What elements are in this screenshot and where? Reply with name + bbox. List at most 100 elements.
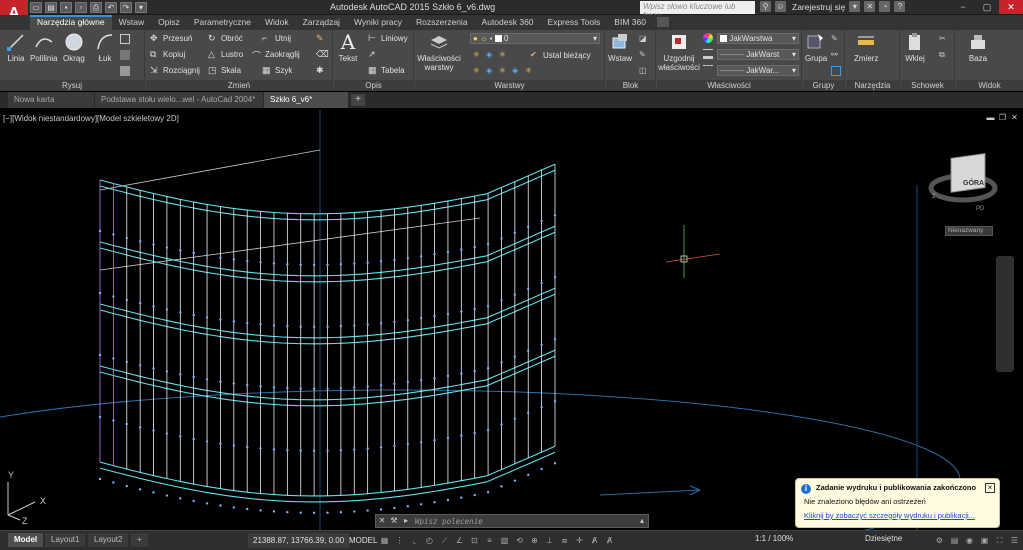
tab-parametric[interactable]: Parametryczne xyxy=(187,15,258,30)
line-button[interactable]: Linia xyxy=(6,32,26,63)
linear-dim-button[interactable]: ⊢ Liniowy xyxy=(368,33,408,43)
paste-button[interactable]: Wklej xyxy=(905,32,925,63)
group-select-icon[interactable] xyxy=(831,66,841,76)
lineweight-toggle-icon[interactable]: ≡ xyxy=(483,534,496,547)
panel-title-utilities[interactable]: Narzędzia xyxy=(846,80,899,91)
grid-icon[interactable]: ▦ xyxy=(378,534,391,547)
linetype-dropdown[interactable]: ——— JakWar... ▾ xyxy=(717,65,799,76)
panel-title-groups[interactable]: Grupy xyxy=(803,80,844,91)
doc-tab-table-base[interactable]: Podstawa stołu wielo...wel - AutoCad 200… xyxy=(95,92,263,108)
pencil-icon[interactable]: ✎ xyxy=(316,33,326,43)
user-icon[interactable]: ☺ xyxy=(775,1,786,12)
clean-screen-icon[interactable]: ⛶ xyxy=(993,534,1006,547)
gradient-icon[interactable] xyxy=(120,66,130,76)
tab-express-tools[interactable]: Express Tools xyxy=(541,15,608,30)
undo-icon[interactable]: ↶ xyxy=(105,2,117,13)
dynamic-ucs-icon[interactable]: ⊥ xyxy=(543,534,556,547)
create-block-icon[interactable]: ◪ xyxy=(639,34,649,44)
layout-tab-layout1[interactable]: Layout1 xyxy=(45,533,86,547)
copy-button[interactable]: ⧉ Kopiuj xyxy=(150,49,185,59)
signin-link[interactable]: Zarejestruj się xyxy=(792,2,845,12)
rectangle-icon[interactable] xyxy=(120,34,130,44)
open-file-icon[interactable]: ▤ xyxy=(45,2,57,13)
leader-icon[interactable]: ↗ xyxy=(368,49,378,59)
polar-icon[interactable]: ◴ xyxy=(423,534,436,547)
viewcube[interactable]: GÓRA Z PD xyxy=(928,152,998,212)
search-input[interactable]: Wpisz słowo kluczowe lub frazę xyxy=(640,1,755,20)
selection-cycling-icon[interactable]: ⟲ xyxy=(513,534,526,547)
tab-manage[interactable]: Zarządzaj xyxy=(296,15,347,30)
panel-title-layers[interactable]: Warstwy xyxy=(415,80,604,91)
layout-tab-model[interactable]: Model xyxy=(8,533,44,547)
redo-icon[interactable]: ↷ xyxy=(120,2,132,13)
arc-button[interactable]: Łuk xyxy=(95,32,115,63)
selection-filter-icon[interactable]: ⧈ xyxy=(558,534,571,547)
group-button[interactable]: Grupa xyxy=(805,32,827,63)
layout-tab-layout2[interactable]: Layout2 xyxy=(88,533,129,547)
text-button[interactable]: A Tekst xyxy=(338,32,358,63)
save-icon[interactable]: ▪ xyxy=(60,2,72,13)
3d-osnap-icon[interactable]: ⊕ xyxy=(528,534,541,547)
polyline-button[interactable]: Polilinia xyxy=(30,32,58,63)
maximize-button[interactable]: ▢ xyxy=(975,0,999,14)
layer-tool-icon[interactable]: ✳ xyxy=(499,50,509,60)
layer-tool-icon[interactable]: ✳ xyxy=(473,66,483,76)
layer-tool-icon[interactable]: ◈ xyxy=(486,66,496,76)
isolate-objects-icon[interactable]: ◉ xyxy=(963,534,976,547)
customization-icon[interactable]: ☰ xyxy=(1008,534,1021,547)
workspace-icon[interactable]: ⚙ xyxy=(933,534,946,547)
color-dropdown[interactable]: JakWarstwa ▾ xyxy=(717,33,799,44)
chevron-down-icon[interactable]: ▾ xyxy=(849,1,861,12)
rotate-button[interactable]: ↻ Obróć xyxy=(208,33,243,43)
lineweight-dropdown[interactable]: ——— JakWarst ▾ xyxy=(717,49,799,60)
panel-title-view[interactable]: Widok xyxy=(956,80,1023,91)
layer-tool-icon[interactable]: ✳ xyxy=(473,50,483,60)
layer-tool-icon[interactable]: ✳ xyxy=(499,66,509,76)
layer-tool-icon[interactable]: ◈ xyxy=(486,50,496,60)
tab-insert[interactable]: Wstaw xyxy=(112,15,152,30)
panel-title-properties[interactable]: Właściwości xyxy=(657,80,801,91)
measure-button[interactable]: Zmierz xyxy=(854,32,878,63)
linetype-icon[interactable] xyxy=(703,65,713,75)
object-snap-icon[interactable]: ⊡ xyxy=(468,534,481,547)
isodraft-icon[interactable]: ⟋ xyxy=(438,534,451,547)
match-properties-button[interactable]: Uzgodnij właściwości xyxy=(658,32,700,72)
wrench-icon[interactable]: ⚒ xyxy=(388,515,400,527)
cut-icon[interactable]: ✂ xyxy=(939,34,949,44)
lineweight-icon[interactable] xyxy=(703,49,713,59)
color-wheel-icon[interactable] xyxy=(703,33,713,43)
units-display[interactable]: Dziesiętne xyxy=(865,534,902,543)
doc-tab-glass[interactable]: Szkło 6_v6* xyxy=(264,92,348,108)
save-as-icon[interactable]: ▫ xyxy=(75,2,87,13)
ribbon-minimize-icon[interactable] xyxy=(656,17,669,27)
help-icon[interactable]: ? xyxy=(894,1,906,12)
table-button[interactable]: ▦ Tabela xyxy=(368,65,405,75)
exchange-icon[interactable]: ✕ xyxy=(864,1,876,12)
add-layout-button[interactable]: + xyxy=(131,533,148,547)
layer-properties-button[interactable]: Właściwości warstwy xyxy=(417,32,461,72)
panel-title-modify[interactable]: Zmień xyxy=(146,80,332,91)
edit-block-icon[interactable]: ✎ xyxy=(639,50,649,60)
tab-addins[interactable]: Rozszerzenia xyxy=(409,15,475,30)
group-edit-icon[interactable]: ⚯ xyxy=(831,50,841,60)
trim-button[interactable]: ⌐ Utnij xyxy=(262,33,291,43)
tab-view[interactable]: Widok xyxy=(258,15,296,30)
print-icon[interactable]: ⎙ xyxy=(90,2,102,13)
tab-output[interactable]: Wyniki pracy xyxy=(347,15,409,30)
panel-title-block[interactable]: Blok xyxy=(606,80,655,91)
notification-close-button[interactable]: × xyxy=(985,483,995,493)
new-file-icon[interactable]: ▭ xyxy=(30,2,42,13)
ortho-icon[interactable]: ⌞ xyxy=(408,534,421,547)
mirror-button[interactable]: △ Lustro xyxy=(208,49,243,59)
tab-home[interactable]: Narzędzia główne xyxy=(30,15,112,30)
notification-details-link[interactable]: Kliknij by zobaczyć szczegóły wydruku i … xyxy=(804,511,993,520)
transparency-icon[interactable]: ▧ xyxy=(498,534,511,547)
tab-bim360[interactable]: BIM 360 xyxy=(607,15,653,30)
panel-title-draw[interactable]: Rysuj xyxy=(0,80,144,91)
attribute-icon[interactable]: ◫ xyxy=(639,66,649,76)
minimize-button[interactable]: − xyxy=(951,0,975,14)
set-current-button[interactable]: ✔ Ustal bieżący xyxy=(530,50,591,60)
object-snap-tracking-icon[interactable]: ∠ xyxy=(453,534,466,547)
chevron-up-icon[interactable]: ▴ xyxy=(636,515,648,527)
copy-clip-icon[interactable]: ⧉ xyxy=(939,50,949,60)
